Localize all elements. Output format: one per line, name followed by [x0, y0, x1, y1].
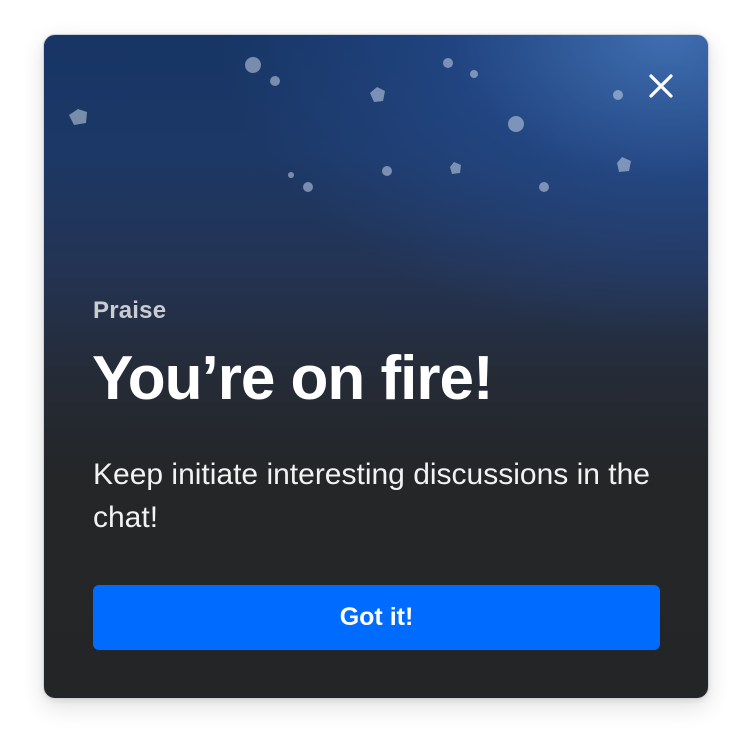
close-icon: [649, 74, 673, 98]
modal-title: You’re on fire!: [92, 344, 494, 413]
modal-message: Keep initiate interesting discussions in…: [93, 458, 650, 534]
confetti-dot: [613, 90, 623, 100]
confetti-dot: [539, 182, 549, 192]
confetti-pentagon: [370, 87, 385, 102]
praise-modal: Praise You’re on fire! Keep initiate int…: [43, 34, 709, 699]
confetti-dot: [245, 57, 261, 73]
confetti-pentagon: [450, 162, 461, 174]
close-button[interactable]: [641, 66, 681, 106]
confetti-dot: [382, 166, 392, 176]
confetti-dot: [470, 70, 478, 78]
confetti-dot: [288, 172, 294, 178]
confetti-pentagon: [617, 157, 631, 172]
confetti-dot: [270, 76, 280, 86]
got-it-button[interactable]: Got it!: [93, 585, 660, 650]
confetti-dot: [303, 182, 313, 192]
confetti-pentagon: [69, 109, 87, 125]
confetti-dot: [443, 58, 453, 68]
modal-eyebrow: Praise: [93, 297, 167, 324]
confetti-decoration: [69, 57, 631, 192]
confetti-dot: [508, 116, 524, 132]
